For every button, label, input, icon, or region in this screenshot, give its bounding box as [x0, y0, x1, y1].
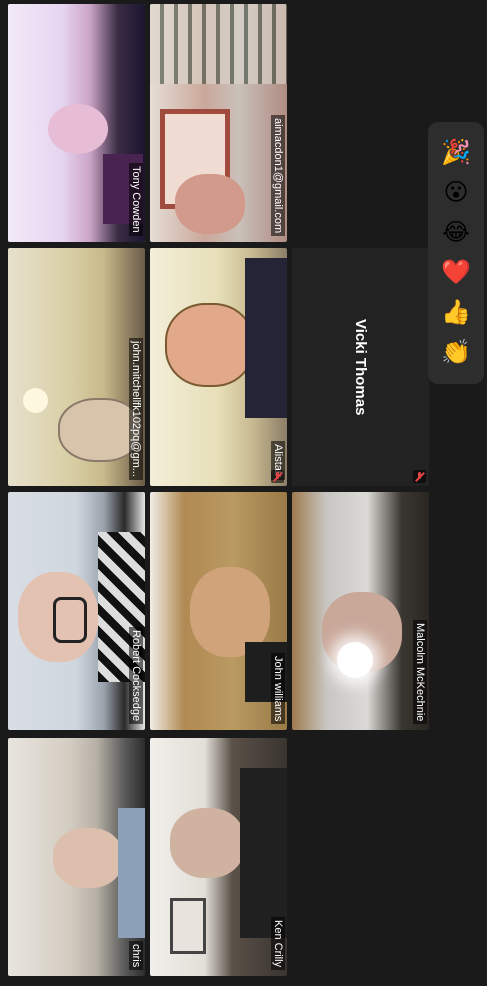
heart-icon[interactable]: ❤️ [441, 257, 471, 287]
glasses-shape [53, 597, 87, 643]
participant-name: Robert Cocksedge [129, 626, 143, 724]
face-shape [165, 303, 254, 387]
face-shape [170, 808, 245, 878]
muted-mic-icon [413, 470, 426, 483]
participant-name: Tony Cowden [129, 163, 143, 236]
participant-name: Vicki Thomas [352, 318, 369, 416]
lamp-light [23, 388, 48, 413]
face-shape [48, 104, 108, 154]
participant-tile[interactable]: Robert Cocksedge [8, 492, 145, 730]
video-gallery: Tony Cowden john.mitchellfk102pq@gm... R… [0, 0, 487, 986]
reactions-panel: 🎉 😮 😂 ❤️ 👍 👏 [428, 122, 484, 384]
open-mouth-face-icon[interactable]: 😮 [441, 177, 471, 207]
participant-tile[interactable]: Vicki Thomas [292, 248, 429, 486]
participant-tile[interactable]: Tony Cowden [8, 4, 145, 242]
picture-frame-shape [170, 898, 206, 954]
participant-tile[interactable]: John williams [150, 492, 287, 730]
participant-name: aimacdon1@gmail.com [271, 114, 285, 236]
face-shape [175, 174, 245, 234]
participant-name: Malcolm McKechnie [413, 619, 427, 724]
participant-tile[interactable]: Alistair [150, 248, 287, 486]
muted-mic-icon [271, 470, 284, 483]
lamp-light [337, 642, 373, 678]
party-popper-icon[interactable]: 🎉 [441, 137, 471, 167]
tears-of-joy-icon[interactable]: 😂 [441, 217, 471, 247]
participant-name: john.mitchellfk102pq@gm... [129, 338, 143, 480]
curtain-shape [150, 4, 287, 84]
participant-tile[interactable]: Ken Crilly [150, 738, 287, 976]
clothing-shape [118, 808, 145, 938]
participant-name: John williams [271, 652, 285, 724]
clothing-shape [245, 258, 287, 418]
participant-tile[interactable]: chris [8, 738, 145, 976]
face-shape [53, 828, 123, 888]
clothing-shape [240, 768, 287, 938]
participant-tile[interactable]: Malcolm McKechnie [292, 492, 429, 730]
thumbs-up-icon[interactable]: 👍 [441, 297, 471, 327]
participant-tile[interactable]: john.mitchellfk102pq@gm... [8, 248, 145, 486]
participant-name: chris [129, 940, 143, 970]
avatar-placeholder: Vicki Thomas [292, 248, 429, 486]
clapping-hands-icon[interactable]: 👏 [441, 337, 471, 367]
participant-name: Ken Crilly [271, 916, 285, 970]
participant-tile[interactable]: aimacdon1@gmail.com [150, 4, 287, 242]
